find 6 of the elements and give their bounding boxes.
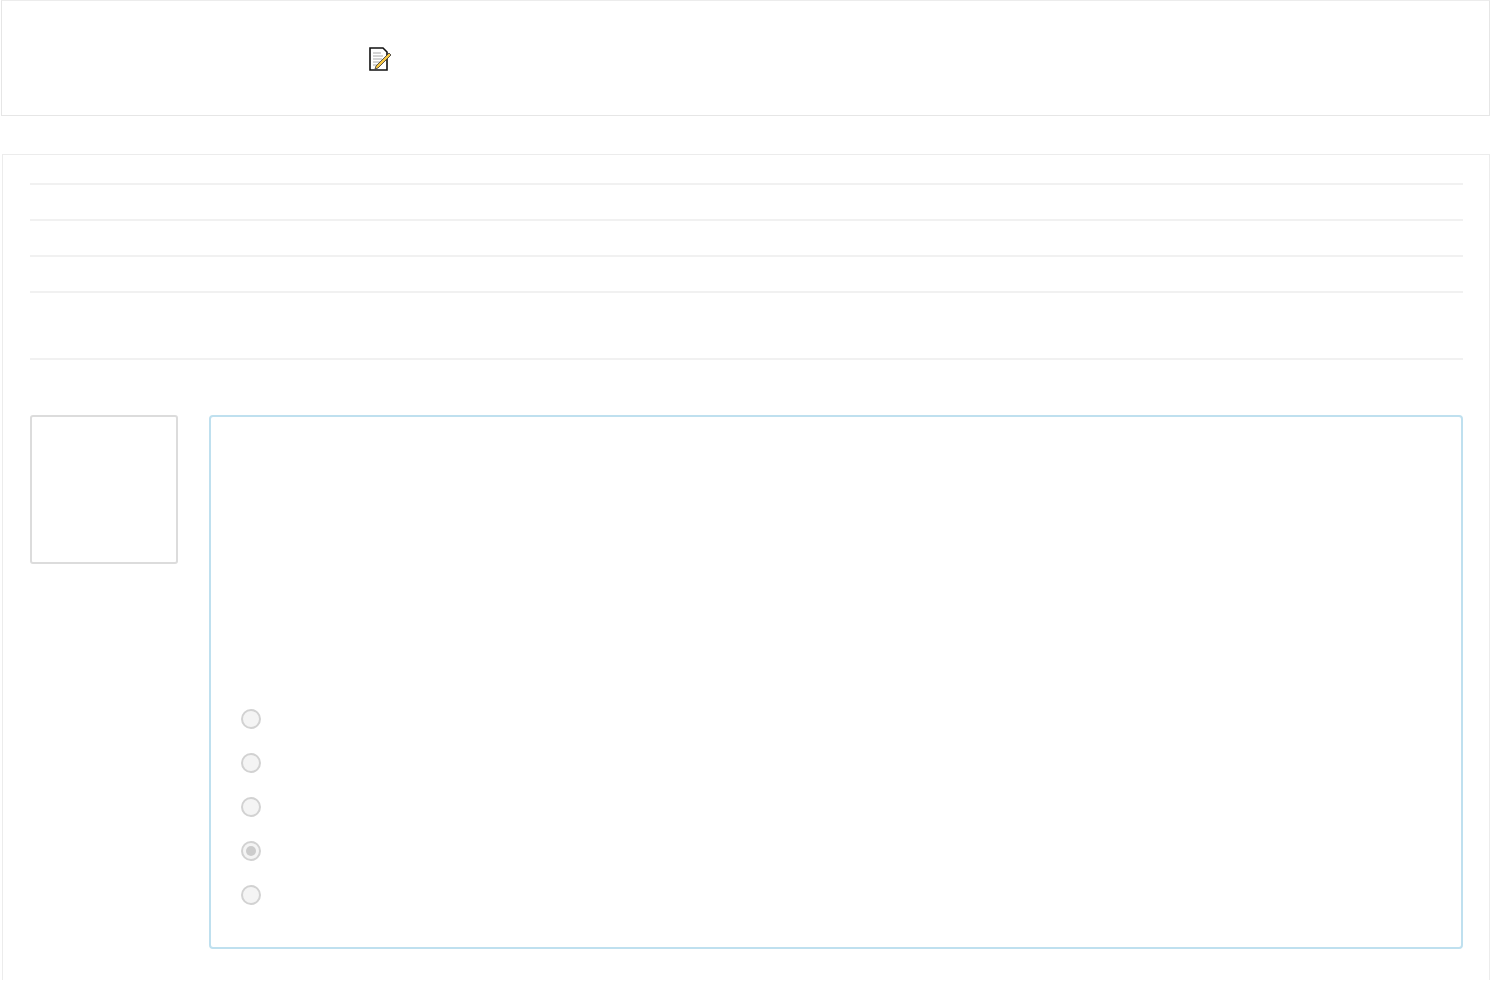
radio-button[interactable] <box>241 709 261 729</box>
radio-button[interactable] <box>241 841 261 861</box>
notepad-icon <box>368 46 394 72</box>
radio-button[interactable] <box>241 753 261 773</box>
radio-button[interactable] <box>241 885 261 905</box>
radio-button[interactable] <box>241 797 261 817</box>
